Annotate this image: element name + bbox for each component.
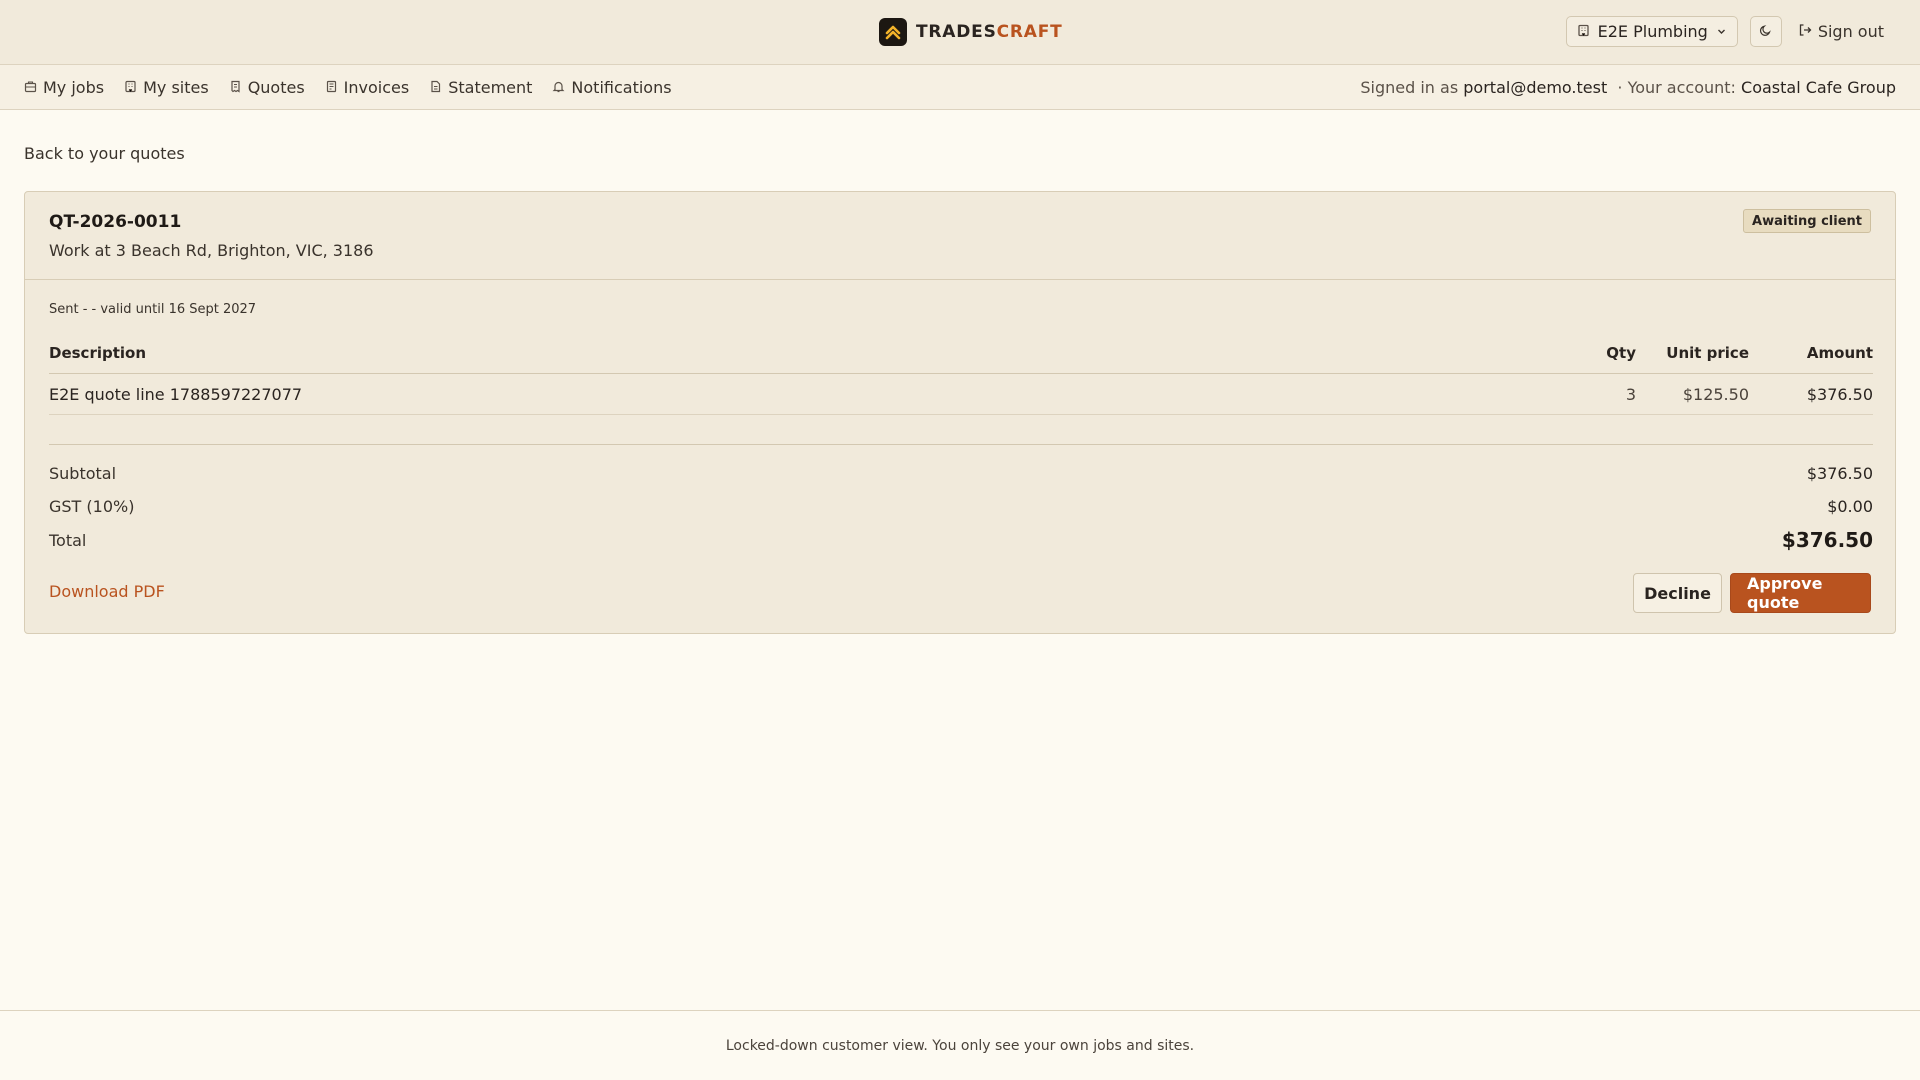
nav-item-label: Invoices — [343, 77, 410, 97]
download-pdf-link[interactable]: Download PDF — [49, 582, 165, 601]
brand-name-part1: TRADES — [916, 22, 997, 42]
document-icon — [429, 78, 442, 97]
logout-icon — [1798, 22, 1812, 41]
quote-lines-table: Description Qty Unit price Amount E2E qu… — [49, 332, 1873, 415]
nav-item-label: My jobs — [43, 77, 105, 97]
column-header-amount: Amount — [1806, 343, 1873, 362]
brand-name-part2: CRAFT — [996, 22, 1063, 42]
signed-in-info: Signed in as portal@demo.test · Your acc… — [1360, 65, 1896, 109]
account-name: Coastal Cafe Group — [1741, 77, 1896, 97]
chevron-down-icon — [1716, 22, 1727, 41]
subtotal-row: Subtotal $376.50 — [49, 464, 1873, 483]
line-unit-price: $125.50 — [1682, 384, 1749, 404]
briefcase-icon — [24, 78, 37, 97]
moon-icon — [1759, 22, 1772, 41]
invoice-icon — [325, 78, 338, 97]
gst-value: $0.00 — [1827, 497, 1873, 516]
theme-toggle-button[interactable] — [1749, 16, 1782, 47]
table-header-row: Description Qty Unit price Amount — [49, 332, 1873, 374]
tradescraft-logo-icon — [879, 18, 907, 46]
quote-address: Work at 3 Beach Rd, Brighton, VIC, 3186 — [49, 241, 374, 260]
account-prefix: · Your account: — [1617, 77, 1736, 97]
decline-button[interactable]: Decline — [1633, 573, 1722, 613]
sign-out-button[interactable]: Sign out — [1794, 22, 1888, 41]
nav-item-my-sites[interactable]: My sites — [124, 78, 209, 97]
signed-in-prefix: Signed in as — [1360, 77, 1459, 97]
column-header-unit-price: Unit price — [1666, 343, 1749, 362]
bell-icon — [552, 78, 565, 97]
signed-in-email: portal@demo.test — [1463, 77, 1608, 97]
approve-quote-button[interactable]: Approve quote — [1730, 573, 1871, 613]
gst-row: GST (10%) $0.00 — [49, 497, 1873, 516]
top-header: TRADESCRAFT E2E Plumbing Sign out — [0, 0, 1920, 65]
quote-sent-validity: Sent - - valid until 16 Sept 2027 — [49, 302, 257, 317]
organization-selector[interactable]: E2E Plumbing — [1565, 16, 1738, 47]
nav-item-quotes[interactable]: Quotes — [229, 78, 305, 97]
building-icon — [1577, 22, 1590, 41]
nav-item-label: Quotes — [247, 77, 305, 97]
back-to-quotes-link[interactable]: Back to your quotes — [24, 144, 185, 163]
nav-item-statement[interactable]: Statement — [429, 78, 532, 97]
total-label: Total — [49, 530, 87, 550]
quote-actions: Decline Approve quote — [1633, 573, 1871, 613]
subtotal-value: $376.50 — [1806, 464, 1873, 483]
nav-item-my-jobs[interactable]: My jobs — [24, 78, 104, 97]
line-description: E2E quote line 1788597227077 — [49, 384, 303, 404]
quote-card-header: QT-2026-0011 Work at 3 Beach Rd, Brighto… — [25, 192, 1895, 280]
status-badge: Awaiting client — [1743, 209, 1871, 233]
line-qty: 3 — [1625, 384, 1636, 404]
main-nav: My jobs My sites Quotes Invoices Stateme… — [0, 65, 1920, 110]
column-header-description: Description — [49, 343, 147, 362]
nav-item-label: Statement — [448, 77, 533, 97]
total-row: Total $376.50 — [49, 528, 1873, 552]
nav-item-label: Notifications — [571, 77, 672, 97]
building-icon — [124, 78, 137, 97]
quote-number: QT-2026-0011 — [49, 212, 182, 232]
table-row: E2E quote line 1788597227077 3 $125.50 $… — [49, 374, 1873, 415]
receipt-icon — [229, 78, 242, 97]
quote-card: QT-2026-0011 Work at 3 Beach Rd, Brighto… — [24, 191, 1896, 634]
gst-label: GST (10%) — [49, 497, 135, 516]
subtotal-label: Subtotal — [49, 464, 117, 483]
page-footer: Locked-down customer view. You only see … — [0, 1010, 1920, 1080]
brand-logo-link[interactable]: TRADESCRAFT — [879, 18, 1063, 46]
column-header-qty: Qty — [1606, 343, 1636, 362]
nav-item-notifications[interactable]: Notifications — [552, 77, 672, 97]
footer-text: Locked-down customer view. You only see … — [725, 1037, 1195, 1054]
total-value: $376.50 — [1781, 528, 1873, 552]
line-amount: $376.50 — [1806, 384, 1873, 404]
nav-item-label: My sites — [143, 77, 209, 97]
totals-divider — [49, 444, 1873, 445]
sign-out-label: Sign out — [1817, 22, 1884, 41]
nav-item-invoices[interactable]: Invoices — [325, 77, 410, 97]
organization-name: E2E Plumbing — [1597, 22, 1708, 41]
